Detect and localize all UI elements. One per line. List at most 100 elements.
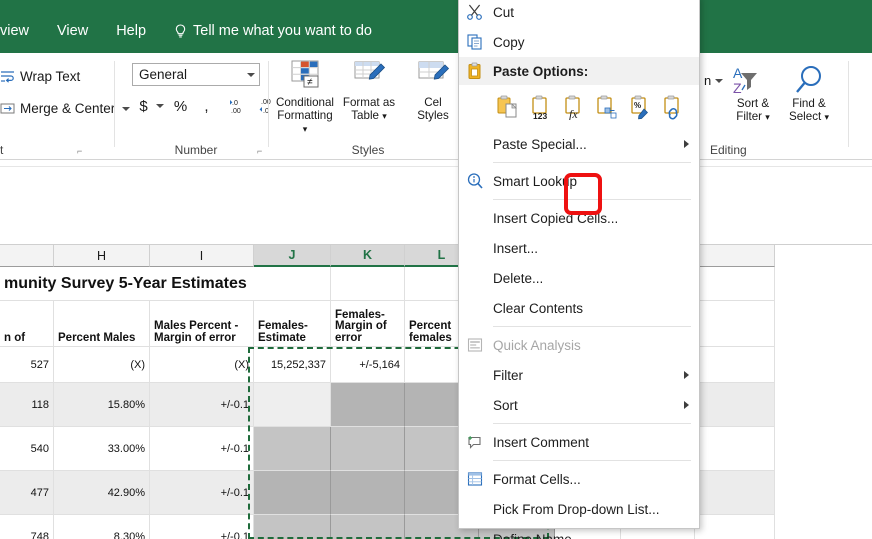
data-cell[interactable] [331,471,405,515]
accounting-format-button[interactable]: $ [134,95,153,117]
data-cell[interactable]: 118 [0,383,54,427]
cf-chevron-down-icon[interactable]: ▾ [303,124,308,134]
grid-body[interactable]: munity Survey 5-Year Estimates n of Percen… [0,267,872,539]
tell-me-box[interactable]: Tell me what you want to do [160,23,372,39]
find-select-button[interactable]: Find & Select ▾ [776,61,842,124]
data-cell[interactable]: 42.90% [54,471,150,515]
accounting-chevron-down-icon[interactable] [156,104,164,108]
data-cell[interactable] [254,471,331,515]
worksheet-grid[interactable]: HIJKLMQR munity Survey 5-Year Estimatesn… [0,245,872,539]
table-row[interactable]: 477 42.90% +/-0.1 [0,471,872,515]
sheet-title-cell[interactable] [331,267,405,301]
column-title-cell[interactable]: Males Percent - Margin of error [150,301,254,347]
context-menu-item-insert[interactable]: Insert... [459,233,699,263]
number-format-select[interactable]: General [132,63,260,86]
table-row[interactable]: 118 15.80% +/-0.1 [0,383,872,427]
data-cell[interactable] [331,427,405,471]
cell-styles-button[interactable]: Cel Styles [402,59,464,122]
paste-formulas-option[interactable]: fx [563,94,585,121]
chevron-down-icon[interactable] [247,72,255,77]
context-menu-item-insert-comment[interactable]: Insert Comment [459,427,699,457]
data-cell[interactable] [331,515,405,539]
data-cell[interactable]: 15.80% [54,383,150,427]
data-cell[interactable] [254,383,331,427]
table-row[interactable]: 540 33.00% +/-0.1 [0,427,872,471]
column-title-cell[interactable]: Females- Margin of error [331,301,405,347]
fs-chevron-down-icon[interactable]: ▾ [824,112,829,122]
context-menu-item-sort[interactable]: Sort [459,390,699,420]
wrap-text-button[interactable]: Wrap Text [0,69,80,84]
context-menu-item-smart-lookup[interactable]: Smart Lookup [459,166,699,196]
data-cell[interactable] [695,471,775,515]
data-cell[interactable] [254,515,331,539]
context-menu-item-clear-contents[interactable]: Clear Contents [459,293,699,323]
table-row[interactable]: munity Survey 5-Year Estimates [0,267,872,301]
data-cell[interactable]: (X) [150,347,254,383]
data-cell[interactable]: +/-0.1 [150,515,254,539]
context-menu-item-cut[interactable]: Cut [459,0,699,27]
data-cell[interactable]: +/-0.1 [150,427,254,471]
table-row[interactable]: 748 8.30% +/-0.1 [0,515,872,539]
data-cell[interactable]: 527 [0,347,54,383]
paste-formatting-option[interactable]: % [629,94,651,120]
fat-chevron-down-icon[interactable]: ▾ [382,111,387,121]
column-title-cell[interactable]: Percent Males [54,301,150,347]
merge-center-button[interactable]: Merge & Center [0,101,131,116]
percent-style-button[interactable]: % [171,95,190,117]
table-row[interactable]: n of Percent Males Males Percent - Margin … [0,301,872,347]
data-cell[interactable]: +/-0.1 [150,383,254,427]
column-header-J[interactable]: J [254,245,331,267]
tab-view[interactable]: View [43,20,102,42]
number-dialog-launcher[interactable]: ⌐ [257,147,266,156]
comma-style-button[interactable]: , [197,95,216,117]
data-cell[interactable] [254,427,331,471]
column-header-H[interactable]: H [54,245,150,267]
paste-all-option[interactable] [497,94,519,120]
data-cell[interactable]: (X) [54,347,150,383]
column-header-I[interactable]: I [150,245,254,267]
data-cell[interactable] [331,383,405,427]
tab-help[interactable]: Help [102,20,160,42]
sheet-title-cell[interactable]: munity Survey 5-Year Estimates [0,267,254,301]
column-header-partial[interactable] [0,245,54,267]
formula-bar-area[interactable] [0,160,872,245]
data-cell[interactable]: +/-5,164 [331,347,405,383]
data-cell[interactable] [695,427,775,471]
column-title-cell[interactable] [695,301,775,347]
column-title-cell[interactable]: Females- Estimate [254,301,331,347]
context-menu-item-filter[interactable]: Filter [459,360,699,390]
context-menu-item-define-name[interactable]: Define Name... [459,524,699,539]
format-as-table-button[interactable]: Format as Table ▾ [338,59,400,123]
data-cell[interactable] [695,383,775,427]
conditional-formatting-button[interactable]: ≠ Conditional Formatting ▾ [274,59,336,136]
data-cell[interactable]: 748 [0,515,54,539]
tab-review-clipped[interactable]: view [0,20,43,42]
paste-options-row[interactable]: 123 fx % [459,85,699,215]
sheet-title-cell[interactable] [695,267,775,301]
context-menu-item-delete[interactable]: Delete... [459,263,699,293]
paste-transpose-option[interactable] [596,94,618,120]
data-cell[interactable]: +/-0.1 [150,471,254,515]
sf-chevron-down-icon[interactable]: ▾ [765,112,770,122]
data-cell[interactable]: 8.30% [54,515,150,539]
column-header-K[interactable]: K [331,245,405,267]
data-cell[interactable]: 540 [0,427,54,471]
paste-values-option[interactable]: 123 [530,94,552,121]
data-cell[interactable]: 15,252,337 [254,347,331,383]
data-cell[interactable]: 33.00% [54,427,150,471]
sheet-title-cell[interactable] [254,267,331,301]
context-menu-item-copy[interactable]: Copy [459,27,699,57]
alignment-dialog-launcher[interactable]: ⌐ [77,147,86,156]
paste-link-option[interactable] [662,94,684,120]
context-menu-item-insert-copied-cells[interactable]: Insert Copied Cells... [459,203,699,233]
data-cell[interactable]: 477 [0,471,54,515]
data-cell[interactable] [695,347,775,383]
cell-context-menu[interactable]: Cut Copy Paste Options: 123 fx % Paste S… [458,0,700,539]
context-menu-item-pick-from-dropdown-list[interactable]: Pick From Drop-down List... [459,494,699,524]
context-menu-item-format-cells[interactable]: Format Cells... [459,464,699,494]
table-row[interactable]: 527(X)(X)15,252,337+/-5,164(X) [0,347,872,383]
context-menu-item-paste-special[interactable]: Paste Special... [459,129,699,159]
column-header-partial[interactable] [695,245,775,267]
increase-decimal-button[interactable]: .0.00 [228,95,252,117]
column-title-cell[interactable]: n of [0,301,54,347]
